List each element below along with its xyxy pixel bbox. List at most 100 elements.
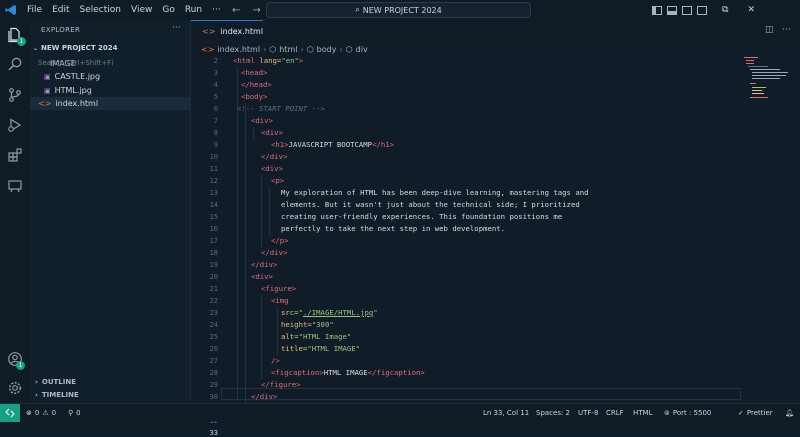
minimap-line — [750, 69, 780, 70]
error-icon: ⊗ — [26, 409, 32, 417]
line-number: 26 — [209, 345, 218, 353]
code-line-23: src="./IMAGE/HTML.jpg" — [281, 307, 378, 319]
menu-selection[interactable]: Selection — [75, 0, 126, 20]
editor-tabs: <> index.html ◫ ··· — [191, 20, 800, 42]
customize-layout-icon[interactable] — [697, 5, 707, 15]
live-server-port[interactable]: ⊚ Port : 5500 — [664, 404, 711, 422]
minimap-line — [752, 87, 766, 88]
image-file-icon: ▣ — [44, 72, 51, 81]
restore-window-icon[interactable]: ⧉ — [722, 5, 728, 15]
code-token: height= — [281, 320, 312, 329]
problems-indicator[interactable]: ⊗ 0 ⚠ 0 — [26, 404, 56, 422]
code-line-22: <img — [271, 296, 289, 305]
search-icon: ⌕ — [355, 5, 360, 14]
file-label: index.html — [55, 99, 99, 108]
line-number: 10 — [209, 153, 218, 161]
file-label: CASTLE.jpg — [54, 72, 101, 81]
menu-go[interactable]: Go — [157, 0, 179, 20]
line-number: 33 — [209, 429, 218, 437]
breadcrumb-body[interactable]: body — [317, 45, 337, 54]
run-debug-icon[interactable] — [5, 115, 25, 135]
code-token: " — [373, 308, 378, 317]
code-token: HTML IMAGE — [323, 368, 368, 377]
accounts-icon[interactable]: 1 — [5, 349, 25, 370]
file-label: HTML.jpg — [54, 86, 92, 95]
image-path-link[interactable]: ./IMAGE/HTML.jpg — [303, 308, 373, 317]
timeline-section[interactable]: › TIMELINE — [35, 391, 79, 399]
minimap-line — [746, 60, 754, 61]
ports-indicator[interactable]: ⚲ 0 — [68, 404, 81, 422]
breadcrumb-div[interactable]: div — [356, 45, 368, 54]
cube-icon: ⬡ — [306, 44, 314, 54]
close-window-icon[interactable]: ✕ — [747, 5, 755, 15]
code-token: src= — [281, 308, 299, 317]
language-mode[interactable]: HTML — [633, 404, 652, 422]
back-arrow-icon[interactable]: ← — [232, 5, 240, 16]
outline-section[interactable]: › OUTLINE — [35, 378, 76, 386]
remote-indicator-icon[interactable] — [0, 404, 20, 422]
menu-run[interactable]: Run — [180, 0, 207, 20]
notifications-bell-icon[interactable]: 🔔︎ — [785, 404, 794, 422]
source-control-icon[interactable] — [5, 85, 25, 105]
line-number: 5 — [213, 93, 218, 101]
antenna-icon: ⊚ — [664, 409, 670, 417]
indentation[interactable]: Spaces: 2 — [536, 404, 570, 422]
breadcrumb: <> index.html › ⬡ html › ⬡ body › ⬡ div — [201, 43, 368, 55]
cursor-position[interactable]: Ln 33, Col 11 — [483, 404, 529, 422]
code-line-3: <head> — [241, 68, 268, 77]
cube-icon: ⬡ — [345, 44, 353, 54]
menu-file[interactable]: File — [22, 0, 47, 20]
code-line-27: /> — [271, 356, 280, 365]
forward-arrow-icon[interactable]: → — [252, 5, 260, 16]
file-html-jpg[interactable]: ▣ HTML.jpg — [44, 84, 92, 97]
window-controls: ⧉ ✕ — [722, 0, 755, 20]
search-view-icon[interactable] — [5, 54, 25, 74]
minimap-line — [746, 63, 754, 64]
code-line-10: </div> — [261, 152, 288, 161]
activity-bar: 1 1 — [0, 20, 30, 403]
code-line-4: </head> — [241, 80, 272, 89]
breadcrumb-file[interactable]: index.html — [217, 45, 260, 54]
minimap[interactable] — [742, 55, 790, 115]
file-index-html[interactable]: <> index.html — [38, 97, 98, 110]
indent-guide — [237, 67, 238, 401]
explorer-icon[interactable]: 1 — [5, 25, 26, 46]
indent-guide — [277, 307, 278, 355]
editor-more-actions[interactable]: ··· — [782, 25, 791, 35]
menu-view[interactable]: View — [126, 0, 157, 20]
line-number: 19 — [209, 261, 218, 269]
breadcrumb-html[interactable]: html — [279, 45, 297, 54]
warning-icon: ⚠ — [42, 409, 49, 417]
prettier-label: Prettier — [746, 409, 773, 417]
code-line-16: perfectly to take the next step in web d… — [281, 224, 506, 233]
broadcast-icon: ⚲ — [68, 409, 74, 417]
title-bar: File Edit Selection View Go Run ··· ← → … — [0, 0, 800, 20]
explorer-more-actions[interactable]: ··· — [172, 23, 181, 33]
encoding[interactable]: UTF-8 — [578, 404, 598, 422]
end-of-line[interactable]: CRLF — [606, 404, 624, 422]
menu-more[interactable]: ··· — [207, 0, 226, 20]
manage-gear-icon[interactable] — [5, 378, 25, 398]
timeline-label: TIMELINE — [41, 391, 79, 399]
code-token: lang= — [254, 56, 282, 65]
code-token: "HTML Image" — [298, 332, 352, 341]
command-center-search[interactable]: ⌕ NEW PROJECT 2024 — [266, 2, 531, 18]
warning-count: 0 — [51, 409, 57, 417]
code-line-6: <!-- START POINT --> — [237, 104, 325, 113]
extensions-icon[interactable] — [5, 145, 25, 165]
remote-explorer-icon[interactable] — [5, 176, 25, 196]
prettier-status[interactable]: ✓ Prettier — [738, 404, 773, 422]
chevron-right-icon: › — [339, 44, 343, 54]
toggle-primary-sidebar-icon[interactable] — [652, 5, 662, 15]
code-token: "en" — [281, 56, 299, 65]
code-token: <html — [233, 56, 255, 65]
file-castle-jpg[interactable]: ▣ CASTLE.jpg — [44, 70, 100, 83]
tab-index-html[interactable]: <> index.html — [191, 20, 263, 42]
menu-edit[interactable]: Edit — [47, 0, 74, 20]
project-folder[interactable]: ⌄ NEW PROJECT 2024 — [33, 44, 118, 52]
line-number: 28 — [209, 369, 218, 377]
line-number: 12 — [209, 177, 218, 185]
split-editor-icon[interactable]: ◫ — [765, 25, 774, 35]
toggle-secondary-sidebar-icon[interactable] — [682, 5, 692, 15]
toggle-panel-icon[interactable] — [667, 5, 677, 15]
